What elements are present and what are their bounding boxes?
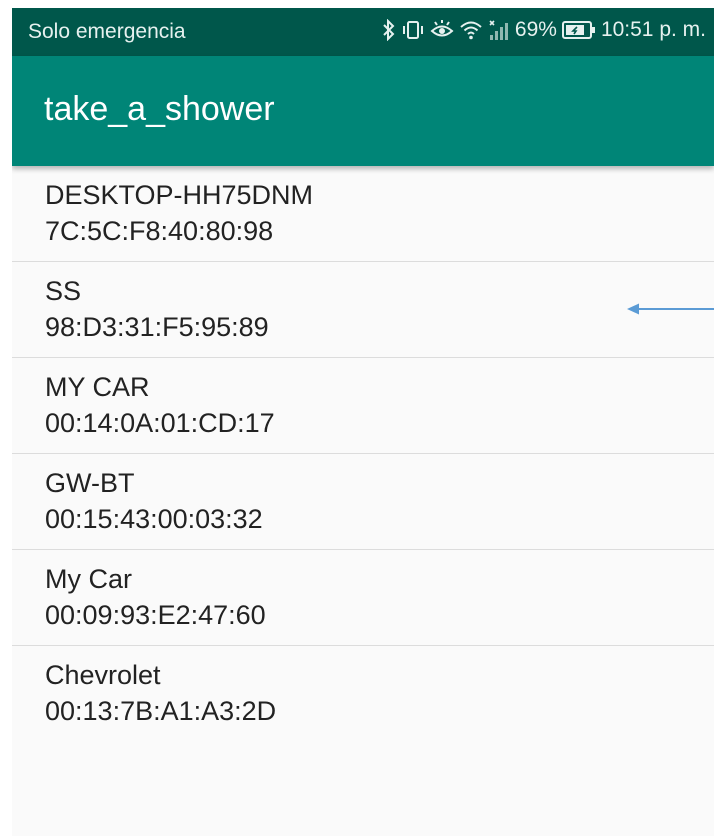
device-name: DESKTOP-HH75DNM xyxy=(45,180,314,210)
device-name: GW-BT xyxy=(45,468,135,498)
carrier-label: Solo emergencia xyxy=(28,20,186,43)
list-item-device-1[interactable]: SS 98:D3:31:F5:95:89 xyxy=(12,262,714,358)
device-name: My Car xyxy=(45,564,132,594)
app-bar: take_a_shower xyxy=(12,56,714,166)
status-bar: Solo emergencia 69% 10:51 p. m. xyxy=(12,8,714,56)
wifi-icon xyxy=(459,18,483,42)
device-name: Chevrolet xyxy=(45,660,161,690)
device-address: 00:13:7B:A1:A3:2D xyxy=(45,696,277,726)
list-item-device-4[interactable]: My Car 00:09:93:E2:47:60 xyxy=(12,550,714,646)
device-address: 00:14:0A:01:CD:17 xyxy=(45,408,275,438)
device-address: 00:09:93:E2:47:60 xyxy=(45,600,266,630)
list-item-device-3[interactable]: GW-BT 00:15:43:00:03:32 xyxy=(12,454,714,550)
battery-percent: 69% xyxy=(514,18,557,41)
phone-screen: Solo emergencia 69% 10:51 p. m. take_a_s… xyxy=(12,8,714,836)
eye-comfort-icon xyxy=(430,18,454,42)
status-icons: 69% 10:51 p. m. xyxy=(382,18,706,42)
device-name: MY CAR xyxy=(45,372,150,402)
list-item-device-0[interactable]: DESKTOP-HH75DNM 7C:5C:F8:40:80:98 xyxy=(12,166,714,262)
vibrate-icon xyxy=(401,18,425,42)
device-name: SS xyxy=(45,276,82,306)
bluetooth-icon xyxy=(382,18,396,42)
app-title: take_a_shower xyxy=(44,90,275,128)
device-address: 00:15:43:00:03:32 xyxy=(45,504,263,534)
clock: 10:51 p. m. xyxy=(600,18,706,41)
device-address: 7C:5C:F8:40:80:98 xyxy=(45,216,274,246)
list-item-device-5[interactable]: Chevrolet 00:13:7B:A1:A3:2D xyxy=(12,646,714,742)
list-item-device-2[interactable]: MY CAR 00:14:0A:01:CD:17 xyxy=(12,358,714,454)
battery-icon xyxy=(561,18,596,42)
arrow-left-icon xyxy=(627,303,714,315)
no-signal-icon xyxy=(488,18,510,42)
device-list: DESKTOP-HH75DNM 7C:5C:F8:40:80:98 SS 98:… xyxy=(12,166,714,742)
device-address: 98:D3:31:F5:95:89 xyxy=(45,312,269,342)
